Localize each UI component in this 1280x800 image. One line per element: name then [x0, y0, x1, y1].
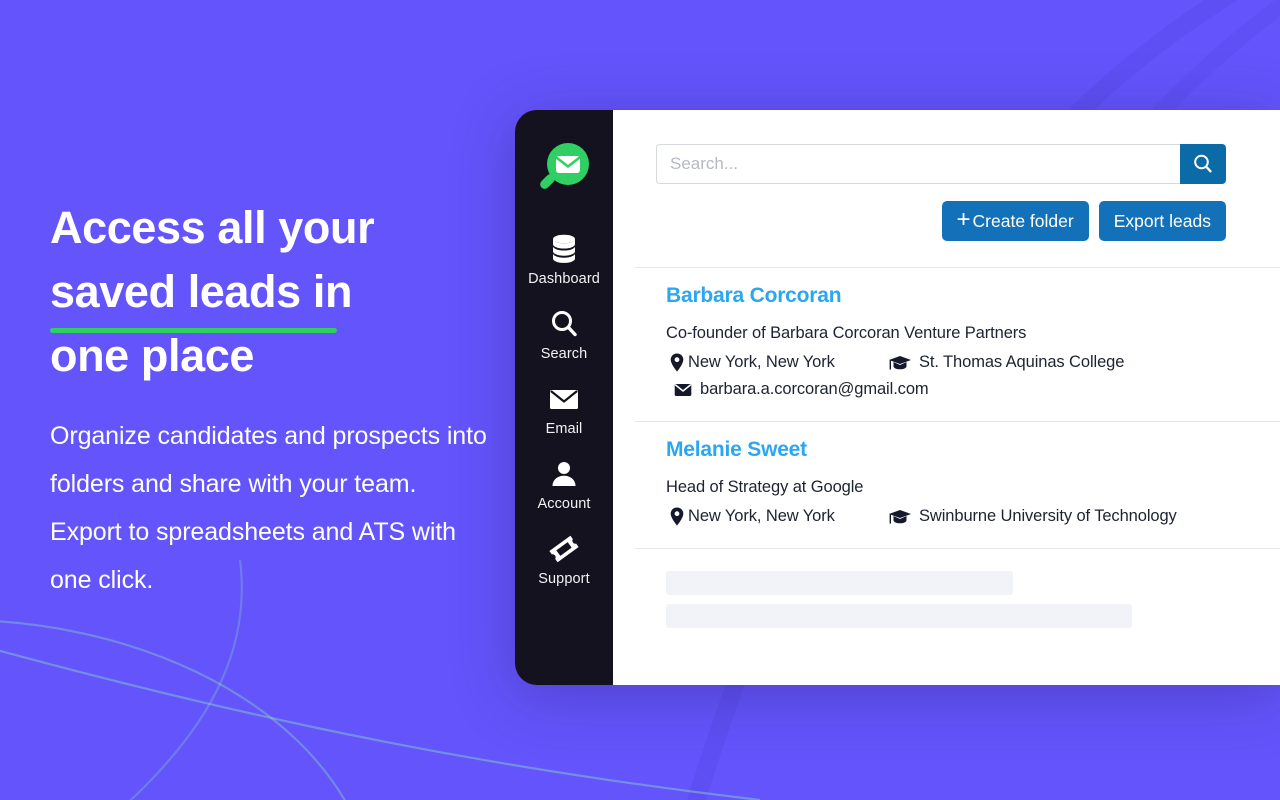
ticket-icon — [547, 532, 581, 566]
lead-role: Head of Strategy at Google — [666, 478, 864, 496]
envelope-icon — [666, 383, 700, 397]
page-title: Access all your saved leads in one place — [50, 196, 490, 388]
lead-name-link[interactable]: Barbara Corcoran — [666, 284, 842, 308]
hero-underline-accent — [50, 328, 337, 333]
main-panel: + Create folder Export leads Barbara Cor… — [613, 110, 1280, 685]
sidebar-item-label: Search — [540, 346, 588, 362]
map-pin-icon — [666, 507, 688, 526]
search-submit-button[interactable] — [1180, 144, 1226, 184]
app-window-mock: Dashboard Search Email Account Support S… — [515, 110, 1280, 685]
plus-icon: + — [956, 206, 971, 233]
user-icon — [549, 457, 579, 491]
sidebar-item-label: Dashboard — [528, 271, 600, 287]
search-bar — [656, 144, 1226, 184]
lead-email: barbara.a.corcoran@gmail.com — [666, 380, 929, 399]
export-leads-button[interactable]: Export leads — [1098, 201, 1226, 241]
sidebar-item-support[interactable]: Support — [515, 532, 613, 587]
lead-meta-row: New York, New York St. Thomas Aquinas Co… — [666, 353, 1258, 372]
database-icon — [549, 232, 579, 266]
sidebar-item-search[interactable]: Search — [515, 307, 613, 362]
export-leads-label: Export leads — [1113, 210, 1211, 231]
search-icon — [1194, 154, 1212, 173]
lead-location: New York, New York — [666, 353, 881, 372]
hero-title-line-3: one place — [50, 330, 254, 381]
map-pin-icon — [666, 353, 688, 372]
lead-education-text: Swinburne University of Technology — [919, 507, 1177, 525]
lead-education: St. Thomas Aquinas College — [881, 353, 1124, 372]
lead-role: Co-founder of Barbara Corcoran Venture P… — [666, 324, 1027, 342]
envelope-magnifier-logo-icon — [540, 143, 589, 189]
app-logo[interactable] — [530, 136, 598, 204]
lead-location-text: New York, New York — [688, 353, 835, 371]
lead-education-text: St. Thomas Aquinas College — [919, 353, 1125, 371]
loading-skeleton — [613, 549, 1280, 628]
create-folder-label: Create folder — [972, 210, 1074, 231]
sidebar-item-label: Support — [538, 571, 590, 587]
hero-title-line-2: saved leads in — [50, 266, 353, 317]
envelope-icon — [547, 382, 581, 416]
graduation-cap-icon — [881, 353, 919, 372]
lead-location-text: New York, New York — [688, 507, 835, 525]
lead-email-row: barbara.a.corcoran@gmail.com — [666, 380, 1258, 399]
hero-title-line-1: Access all your — [50, 202, 375, 253]
search-input[interactable] — [656, 144, 1180, 184]
lead-meta-row: New York, New York Swinburne University … — [666, 507, 1258, 526]
sidebar: Dashboard Search Email Account Support — [515, 110, 613, 685]
lead-location: New York, New York — [666, 507, 881, 526]
lead-row[interactable]: Melanie Sweet Head of Strategy at Google… — [613, 422, 1280, 548]
lead-email-text: barbara.a.corcoran@gmail.com — [700, 380, 929, 398]
lead-education: Swinburne University of Technology — [881, 507, 1177, 526]
sidebar-item-label: Email — [545, 421, 583, 437]
sidebar-item-account[interactable]: Account — [515, 457, 613, 512]
search-icon — [548, 307, 580, 341]
lead-row[interactable]: Barbara Corcoran Co-founder of Barbara C… — [613, 268, 1280, 421]
skeleton-bar — [666, 604, 1132, 628]
lead-name-link[interactable]: Melanie Sweet — [666, 438, 807, 462]
hero-section: Access all your saved leads in one place… — [50, 196, 490, 604]
create-folder-button[interactable]: + Create folder — [941, 201, 1089, 241]
skeleton-bar — [666, 571, 1013, 595]
sidebar-item-label: Account — [537, 496, 591, 512]
hero-description: Organize candidates and prospects into f… — [50, 422, 487, 594]
action-buttons: + Create folder Export leads — [656, 201, 1226, 241]
graduation-cap-icon — [881, 507, 919, 526]
sidebar-item-email[interactable]: Email — [515, 382, 613, 437]
sidebar-item-dashboard[interactable]: Dashboard — [515, 232, 613, 287]
